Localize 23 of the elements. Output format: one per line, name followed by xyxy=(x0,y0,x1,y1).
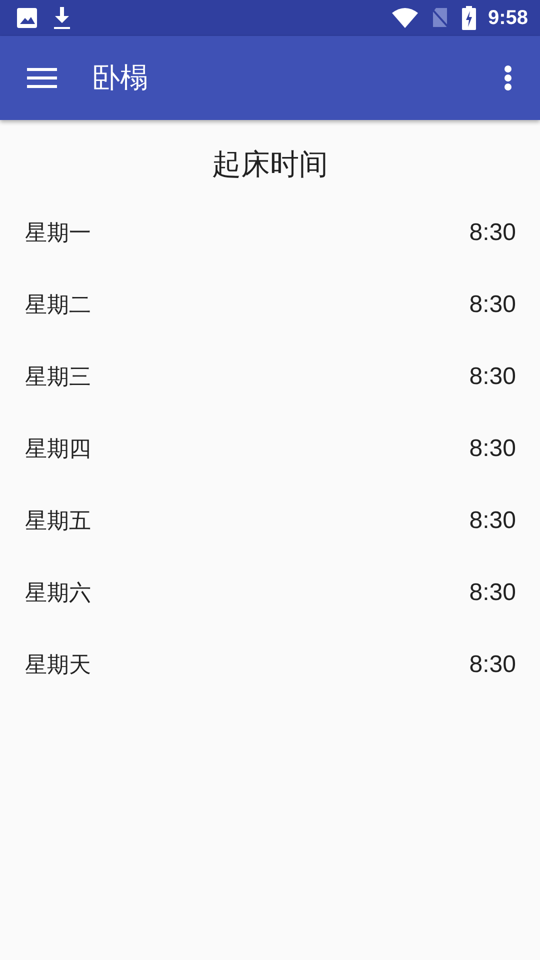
wake-time[interactable]: 8:30 xyxy=(469,291,516,319)
menu-icon[interactable] xyxy=(27,67,57,89)
image-icon xyxy=(16,7,38,29)
day-label: 星期六 xyxy=(25,580,91,608)
day-label: 星期五 xyxy=(25,508,91,536)
day-label: 星期三 xyxy=(25,364,91,392)
section-heading: 起床时间 xyxy=(211,146,329,183)
day-label: 星期二 xyxy=(25,292,91,320)
battery-icon xyxy=(462,6,476,30)
wifi-icon xyxy=(392,8,418,28)
wake-time[interactable]: 8:30 xyxy=(469,435,516,463)
app-title: 卧榻 xyxy=(92,60,149,96)
more-options-icon[interactable] xyxy=(504,65,512,91)
download-icon xyxy=(52,6,72,30)
wake-time[interactable]: 8:30 xyxy=(469,507,516,535)
day-label: 星期天 xyxy=(25,652,91,680)
wake-time[interactable]: 8:30 xyxy=(469,651,516,679)
day-label: 星期一 xyxy=(25,220,91,248)
status-time: 9:58 xyxy=(488,6,528,30)
wake-time[interactable]: 8:30 xyxy=(469,363,516,391)
wake-time[interactable]: 8:30 xyxy=(469,579,516,607)
day-label: 星期四 xyxy=(25,436,91,464)
wake-time[interactable]: 8:30 xyxy=(469,219,516,247)
